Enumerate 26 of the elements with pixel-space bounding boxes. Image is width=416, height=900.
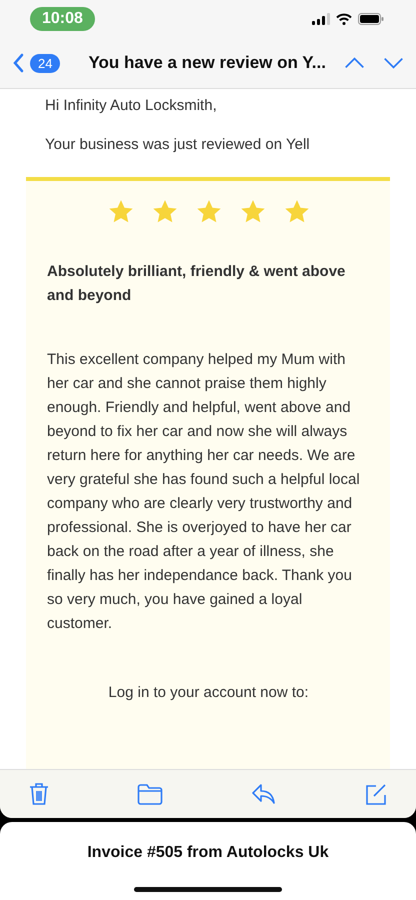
login-prompt: Log in to your account now to: xyxy=(107,684,310,701)
back-button[interactable]: 24 xyxy=(12,53,60,73)
compose-icon[interactable] xyxy=(364,782,388,806)
star-icon xyxy=(284,199,310,224)
intro-text: Your business was just reviewed on Yell xyxy=(44,136,311,153)
draft-title: Invoice #505 from Autolocks Uk xyxy=(87,844,329,862)
star-icon xyxy=(240,199,266,224)
wifi-icon xyxy=(336,13,352,25)
status-time: 10:08 xyxy=(30,7,95,31)
next-icon[interactable] xyxy=(382,56,404,70)
review-text: This excellent company helped my Mum with her car and she cannot praise them highly enough. Friendly and helpful, went above and beyond to fix her car and now she will always return here for anything her car needs. We are very grateful she has found such a helpful local company who are clearly very trustworthy and professional. She is overjoyed to have her car back on the road after a year of illness, she finally has her independance back. Thank you so very much, you have gained a loyal customer. xyxy=(47,350,361,634)
greeting-text: Hi Infinity Auto Locksmith, xyxy=(44,97,218,114)
back-icon xyxy=(12,53,24,73)
review-title: Absolutely brilliant, friendly & went above and beyond xyxy=(47,262,346,306)
reply-icon[interactable] xyxy=(250,783,277,805)
battery-icon xyxy=(358,13,384,25)
signal-icon xyxy=(312,13,330,25)
trash-icon[interactable] xyxy=(28,782,50,806)
folder-icon[interactable] xyxy=(137,783,164,805)
unread-count: 24 xyxy=(30,54,60,72)
star-icon xyxy=(152,199,178,224)
previous-icon[interactable] xyxy=(344,56,365,70)
draft-sheet[interactable]: Invoice #505 from Autolocks Uk xyxy=(0,822,416,900)
star-icon xyxy=(108,199,134,224)
email-subject: You have a new review on Y... xyxy=(88,53,326,73)
star-icon xyxy=(196,199,222,224)
